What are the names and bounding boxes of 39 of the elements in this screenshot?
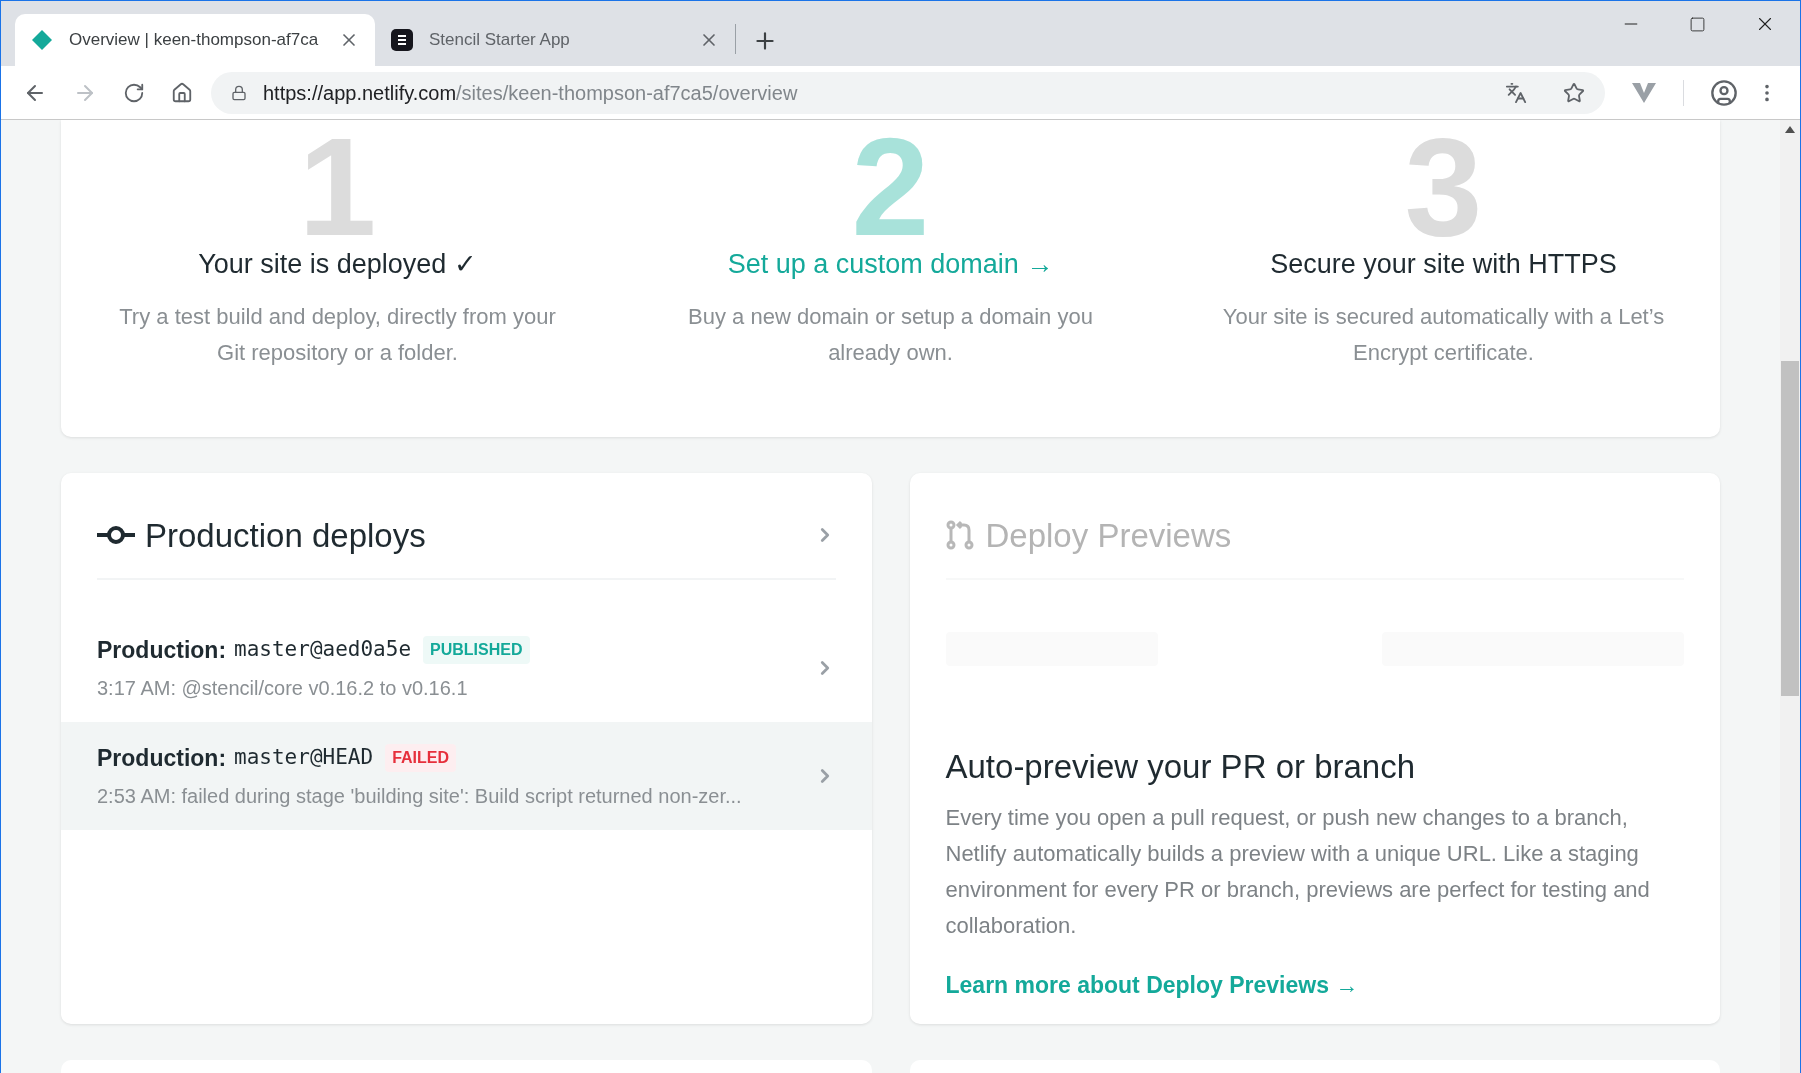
status-badge: FAILED (385, 744, 456, 772)
scrollbar[interactable] (1780, 120, 1800, 1073)
card-title: Production deploys (145, 515, 427, 556)
address-field[interactable]: https://app.netlify.com/sites/keen-thompson-af7ca5/overview (211, 71, 1605, 114)
deploy-row[interactable]: Production: master@aed0a5e PUBLISHED 3:17 AM: @stencil/core v0.16.2 to v0.16.1 (61, 614, 872, 722)
translate-icon[interactable] (1505, 81, 1527, 104)
deploy-context: Production: (97, 635, 227, 665)
lock-icon (231, 84, 247, 101)
deploy-ref: master@HEAD (234, 744, 374, 772)
v-extension-icon[interactable] (1631, 80, 1657, 105)
maximize-icon[interactable] (1689, 15, 1706, 33)
deploy-message: 2:53 AM: failed during stage 'building site': Build script returned non-zer... (97, 784, 743, 810)
app-logo-icon (391, 29, 413, 51)
step-description: Buy a new domain or setup a domain you already own. (687, 302, 1094, 367)
bookmark-star-icon[interactable] (1563, 81, 1585, 104)
step-title: Secure your site with HTTPS (1270, 248, 1617, 281)
diamond-logo-icon (31, 29, 53, 51)
browser-tab[interactable]: Overview | keen-thompson-af7ca (15, 14, 375, 66)
tab-title: Stencil Starter App (429, 29, 571, 52)
reload-icon[interactable] (123, 81, 145, 104)
card-title: Deploy Previews (985, 515, 1232, 556)
description-text: Every time you open a pull request, or push new changes to a branch, Netlify automatically builds a preview with a unique URL. Like a staging environment for every PR or branch, previews are perfect for testing and collaboration. (945, 803, 1651, 940)
deploy-row[interactable]: Production: master@HEAD FAILED 2:53 AM: failed during stage 'building site': Build script returned non-zer... (61, 722, 872, 830)
deploy-context: Production: (97, 743, 227, 773)
deploy-ref: master@aed0a5e (234, 636, 412, 664)
profile-icon[interactable] (1710, 78, 1738, 107)
pull-request-icon (945, 520, 974, 551)
scroll-up-arrow-icon[interactable] (1785, 126, 1795, 133)
step-title: Your site is deployed ✓ (198, 248, 477, 281)
status-badge: PUBLISHED (423, 636, 530, 664)
step-description: Try a test build and deploy, directly from your Git repository or a folder. (118, 302, 557, 367)
deploy-message: 3:17 AM: @stencil/core v0.16.2 to v0.16.1 (97, 676, 469, 702)
commit-icon (97, 525, 135, 546)
step-description: Your site is secured automatically with a Let’s Encrypt certificate. (1221, 302, 1666, 367)
browser-tab[interactable]: Stencil Starter App (375, 14, 735, 66)
tab-title: Overview | keen-thompson-af7ca (69, 29, 320, 52)
section-heading: Auto-preview your PR or branch (945, 747, 1417, 787)
step-number: 2 (851, 132, 930, 242)
home-icon[interactable] (171, 81, 193, 104)
